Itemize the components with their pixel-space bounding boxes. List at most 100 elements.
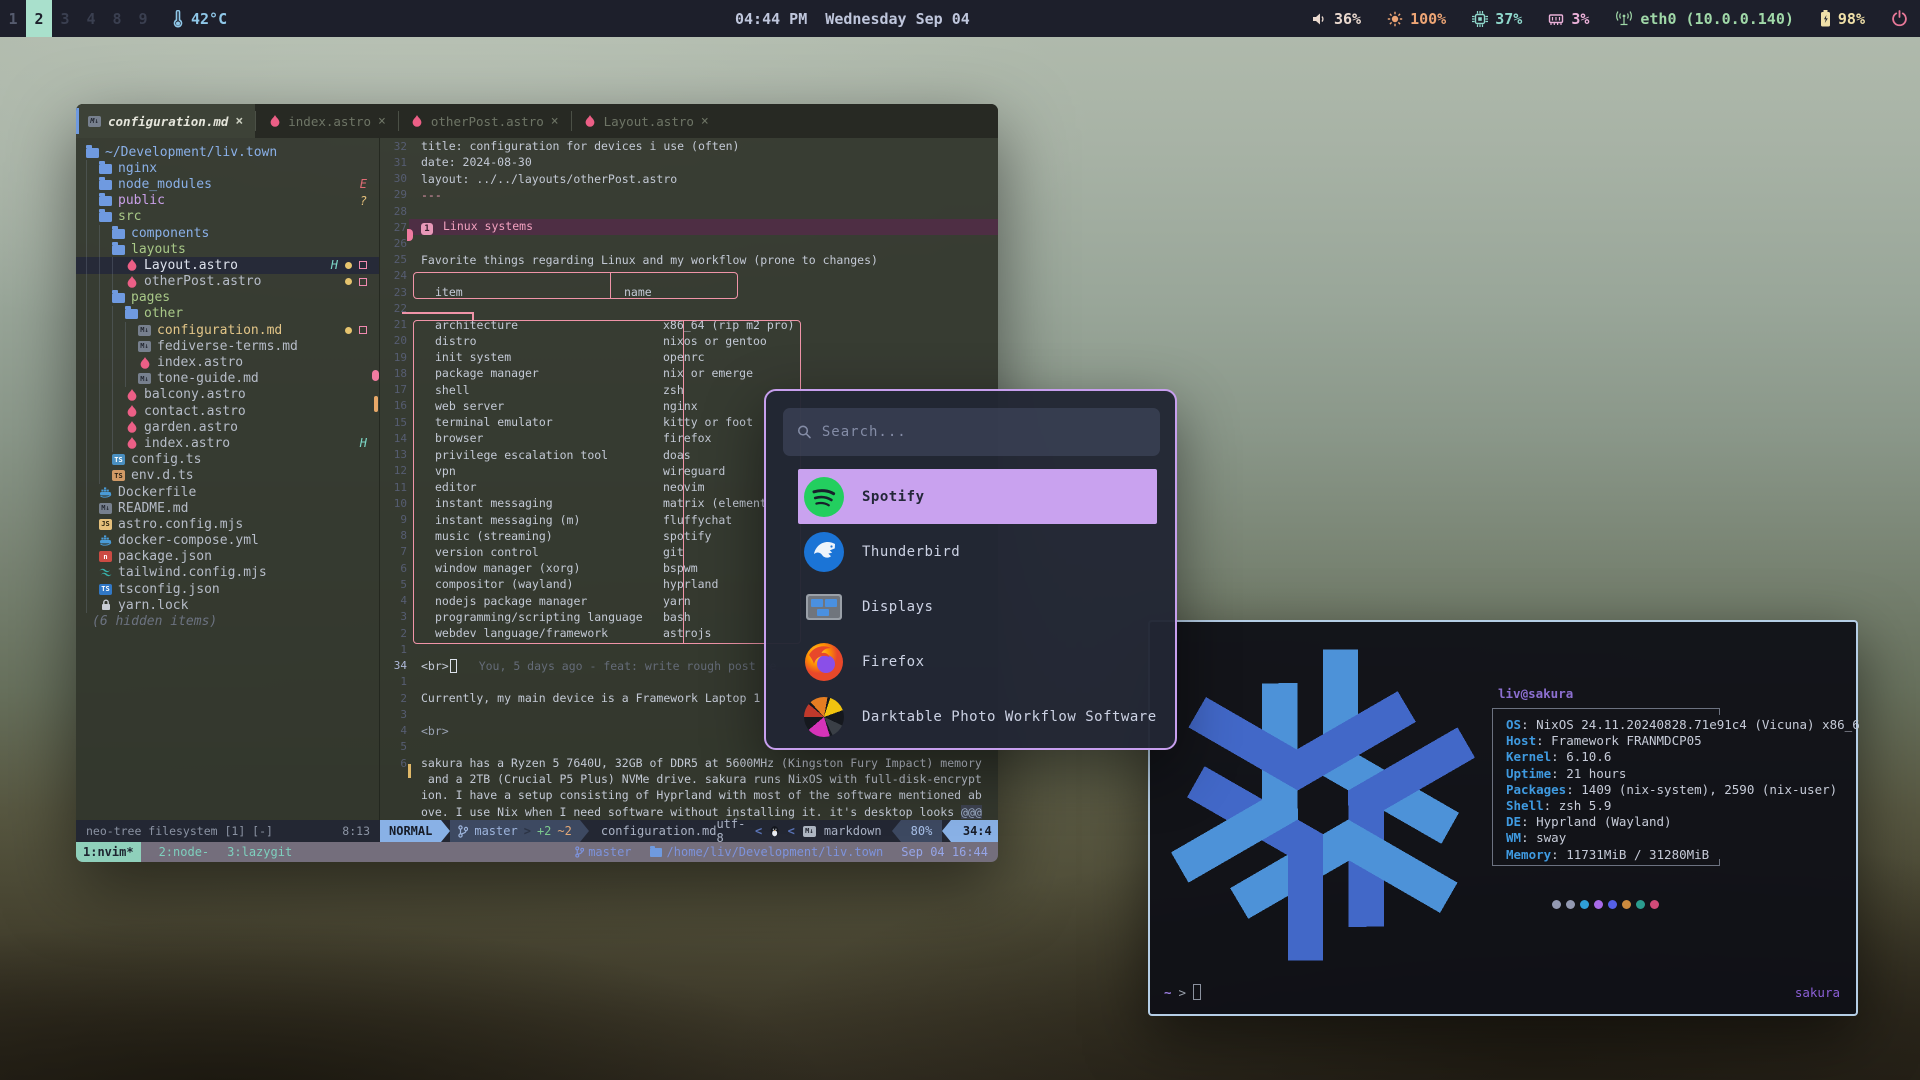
- workspace-button[interactable]: 3: [52, 0, 78, 37]
- tree-item[interactable]: TSenv.d.ts: [76, 468, 379, 484]
- tree-item[interactable]: index.astroH: [76, 435, 379, 451]
- tab-configuration-md[interactable]: M↓configuration.md×: [76, 104, 255, 138]
- tree-item[interactable]: ~/Development/liv.town: [76, 144, 379, 160]
- tree-item[interactable]: other: [76, 306, 379, 322]
- tree-item[interactable]: docker-compose.yml: [76, 533, 379, 549]
- line-text: and a 2TB (Crucial P5 Plus) NVMe drive. …: [421, 772, 982, 786]
- workspace-button[interactable]: 2: [26, 0, 52, 37]
- editor-line[interactable]: 23nameitem: [381, 284, 998, 300]
- editor-line[interactable]: 20nixos or gentoodistro: [381, 333, 998, 349]
- tree-item[interactable]: otherPost.astro: [76, 274, 379, 290]
- tab-index-astro[interactable]: index.astro×: [256, 104, 398, 138]
- editor-line[interactable]: 28: [381, 203, 998, 219]
- launcher-entry-label: Displays: [862, 599, 933, 615]
- tree-item[interactable]: TStsconfig.json: [76, 581, 379, 597]
- tree-item[interactable]: node_modulesE: [76, 176, 379, 192]
- tree-item[interactable]: M↓fediverse-terms.md: [76, 338, 379, 354]
- power-button[interactable]: [1891, 10, 1908, 27]
- tab-close-icon[interactable]: ×: [551, 114, 559, 129]
- launcher-entry[interactable]: Firefox: [798, 634, 1157, 689]
- editor-line[interactable]: 26: [381, 235, 998, 251]
- editor-line[interactable]: 32title: configuration for devices i use…: [381, 138, 998, 154]
- tree-item[interactable]: Layout.astroH: [76, 257, 379, 273]
- editor-line[interactable]: and a 2TB (Crucial P5 Plus) NVMe drive. …: [381, 771, 998, 787]
- folder-icon: [99, 212, 112, 222]
- tree-item[interactable]: garden.astro: [76, 419, 379, 435]
- search-input[interactable]: [822, 424, 1146, 440]
- tab-close-icon[interactable]: ×: [235, 114, 243, 129]
- editor-line[interactable]: 29---: [381, 187, 998, 203]
- tree-item[interactable]: npackage.json: [76, 549, 379, 565]
- launcher-entry-label: Thunderbird: [862, 544, 960, 560]
- tmux-window[interactable]: 2:node-: [159, 845, 210, 859]
- tree-item[interactable]: tailwind.config.mjs: [76, 565, 379, 581]
- indent-guide: [99, 306, 112, 322]
- indent-guide: [86, 257, 99, 273]
- indent-guide: [99, 435, 112, 451]
- launcher-entry[interactable]: Displays: [798, 579, 1157, 634]
- tree-item-label: pages: [131, 290, 170, 305]
- editor-line[interactable]: 22: [381, 300, 998, 316]
- workspace-button[interactable]: 8: [104, 0, 130, 37]
- editor-line[interactable]: 31date: 2024-08-30: [381, 154, 998, 170]
- line-number: 5: [381, 578, 407, 591]
- tree-item[interactable]: (6 hidden items): [76, 613, 379, 629]
- cpu-widget[interactable]: 37%: [1472, 10, 1522, 28]
- network-widget[interactable]: eth0 (10.0.0.140): [1615, 10, 1794, 28]
- launcher-search[interactable]: [783, 408, 1160, 456]
- workspace-button[interactable]: 9: [130, 0, 156, 37]
- editor-line[interactable]: 19openrcinit system: [381, 349, 998, 365]
- tree-item[interactable]: JSastro.config.mjs: [76, 516, 379, 532]
- temperature-widget[interactable]: 42°C: [172, 10, 227, 28]
- editor-line[interactable]: 6sakura has a Ryzen 5 7640U, 32GB of DDR…: [381, 755, 998, 771]
- tab-close-icon[interactable]: ×: [378, 114, 386, 129]
- workspace-button[interactable]: 4: [78, 0, 104, 37]
- tree-item[interactable]: index.astro: [76, 354, 379, 370]
- tmux-window[interactable]: 3:lazygit: [227, 845, 292, 859]
- volume-widget[interactable]: 36%: [1312, 10, 1361, 28]
- tree-item[interactable]: layouts: [76, 241, 379, 257]
- tmux-window[interactable]: 1:nvim*: [76, 842, 141, 862]
- tree-item[interactable]: balcony.astro: [76, 387, 379, 403]
- editor-line[interactable]: 18nix or emergepackage manager: [381, 365, 998, 381]
- editor-line[interactable]: 30layout: ../../layouts/otherPost.astro: [381, 170, 998, 186]
- editor-line[interactable]: 271Linux systems: [381, 219, 998, 235]
- tab-close-icon[interactable]: ×: [701, 114, 709, 129]
- brightness-widget[interactable]: 100%: [1387, 10, 1446, 28]
- line-text: title: configuration for devices i use (…: [421, 139, 740, 153]
- launcher-entry[interactable]: Spotify: [798, 469, 1157, 524]
- editor-line[interactable]: ove. I use Nix when I need software with…: [381, 804, 998, 820]
- shell-prompt[interactable]: ~ >: [1164, 984, 1201, 1000]
- editor-line[interactable]: 25Favorite things regarding Linux and my…: [381, 252, 998, 268]
- tree-item-label: index.astro: [144, 436, 230, 451]
- tab-Layout-astro[interactable]: Layout.astro×: [572, 104, 721, 138]
- line-number: 18: [381, 367, 407, 380]
- tree-item[interactable]: TSconfig.ts: [76, 452, 379, 468]
- line-text: instant messaging: [421, 496, 553, 510]
- editor-line[interactable]: ion. I have a setup consisting of Hyprla…: [381, 787, 998, 803]
- tree-item[interactable]: M↓configuration.md: [76, 322, 379, 338]
- tree-item[interactable]: public?: [76, 193, 379, 209]
- indent-guide: [112, 435, 125, 451]
- tree-item-label: fediverse-terms.md: [157, 339, 298, 354]
- launcher-entry[interactable]: Darktable Photo Workflow Software: [798, 689, 1157, 744]
- clock-widget[interactable]: 04:44 PM Wednesday Sep 04: [735, 0, 970, 37]
- tree-item[interactable]: components: [76, 225, 379, 241]
- editor-line[interactable]: 21x86_64 (rip m2 pro)architecture: [381, 317, 998, 333]
- memory-widget[interactable]: 3%: [1548, 10, 1589, 28]
- tree-item[interactable]: pages: [76, 290, 379, 306]
- tree-item[interactable]: src: [76, 209, 379, 225]
- tree-item[interactable]: yarn.lock: [76, 597, 379, 613]
- indent-guide: [99, 274, 112, 290]
- tree-item[interactable]: M↓README.md: [76, 500, 379, 516]
- tree-item[interactable]: nginx: [76, 160, 379, 176]
- launcher-entry[interactable]: Thunderbird: [798, 524, 1157, 579]
- tab-otherPost-astro[interactable]: otherPost.astro×: [399, 104, 571, 138]
- editor-line[interactable]: 24: [381, 268, 998, 284]
- workspace-button[interactable]: 1: [0, 0, 26, 37]
- tree-item[interactable]: contact.astro: [76, 403, 379, 419]
- battery-widget[interactable]: 98%: [1820, 10, 1865, 28]
- tree-item[interactable]: M↓tone-guide.md: [76, 371, 379, 387]
- line-number: 15: [381, 416, 407, 429]
- tree-item[interactable]: Dockerfile: [76, 484, 379, 500]
